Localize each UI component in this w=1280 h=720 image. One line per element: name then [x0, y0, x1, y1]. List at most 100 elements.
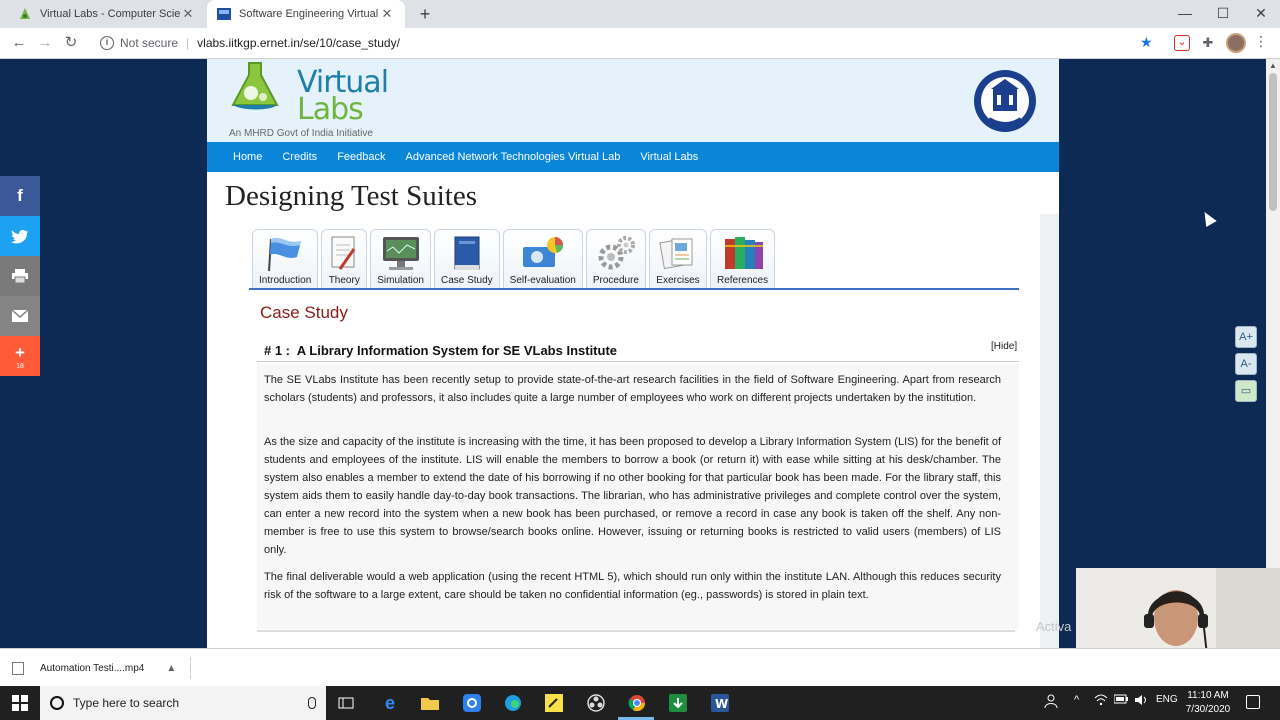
browser-toolbar: ← → ↻ i Not secure | vlabs.iitkgp.ernet.…: [0, 28, 1280, 59]
tab-references[interactable]: References: [709, 229, 776, 288]
flag-icon: [268, 238, 302, 272]
back-arrow-icon[interactable]: ←: [8, 33, 30, 53]
windows-start-icon[interactable]: [0, 686, 40, 720]
monitor-icon: [382, 237, 419, 270]
minimize-window-icon[interactable]: —: [1166, 0, 1204, 28]
info-icon[interactable]: i: [100, 36, 114, 50]
tab-label: Self-evaluation: [509, 275, 576, 286]
taskbar-search-box[interactable]: Type here to search: [40, 686, 326, 720]
forward-arrow-icon[interactable]: →: [34, 33, 56, 53]
taskbar-search-placeholder: Type here to search: [73, 696, 180, 710]
tab-case-study[interactable]: Case Study: [433, 229, 500, 288]
tab-label: Simulation: [377, 275, 424, 286]
case-paragraph-2: As the size and capacity of the institut…: [264, 436, 1001, 556]
iit-kharagpur-seal-icon: [974, 70, 1036, 132]
close-tab-icon[interactable]: ✕: [379, 6, 395, 22]
facebook-share-icon[interactable]: f: [0, 176, 40, 216]
file-explorer-icon[interactable]: [420, 693, 440, 713]
plus-icon: +: [15, 342, 25, 362]
more-share-button[interactable]: + 18: [0, 336, 40, 376]
tab-label: Exercises: [656, 275, 700, 286]
increase-font-icon[interactable]: A+: [1235, 326, 1257, 348]
sticky-app-icon[interactable]: [544, 693, 564, 713]
pocket-extension-icon[interactable]: ⌄: [1174, 35, 1190, 51]
tab-label: References: [716, 275, 769, 286]
browser-tab-virtual-labs[interactable]: Virtual Labs - Computer Science ✕: [8, 0, 206, 28]
nav-credits-link[interactable]: Credits: [282, 151, 317, 163]
cortana-icon: [50, 696, 64, 710]
file-icon: [12, 661, 24, 675]
case-title: A Library Information System for SE VLab…: [296, 343, 618, 358]
obs-icon[interactable]: [586, 693, 606, 713]
bookmark-widget-icon[interactable]: ▭: [1235, 380, 1257, 402]
close-window-icon[interactable]: ✕: [1242, 0, 1280, 28]
gears-icon: [598, 236, 635, 270]
site-header: Virtual Labs An MHRD Govt of India Initi…: [207, 59, 1059, 142]
site-content: Virtual Labs An MHRD Govt of India Initi…: [207, 59, 1071, 648]
print-share-icon[interactable]: [0, 256, 40, 296]
profile-avatar[interactable]: [1226, 33, 1246, 53]
hide-case-link[interactable]: [Hide]: [991, 341, 1017, 352]
tab-theory[interactable]: Theory: [321, 229, 368, 288]
nav-virtual-labs-link[interactable]: Virtual Labs: [640, 151, 698, 163]
address-bar[interactable]: i Not secure | vlabs.iitkgp.ernet.in/se/…: [92, 31, 1168, 55]
share-count: 18: [16, 362, 24, 370]
volume-icon[interactable]: [1134, 694, 1148, 709]
page-scrollbar[interactable]: ▲: [1266, 59, 1280, 648]
browser-tab-se-virtual-lab[interactable]: Software Engineering Virtual Lab ✕: [207, 0, 405, 28]
nav-advanced-network-link[interactable]: Advanced Network Technologies Virtual La…: [406, 151, 621, 163]
scroll-up-icon[interactable]: ▲: [1269, 61, 1277, 70]
clock-date: 7/30/2020: [1185, 704, 1231, 715]
notifications-icon[interactable]: [1246, 695, 1260, 709]
new-tab-button[interactable]: +: [416, 4, 434, 24]
svg-text:W: W: [715, 697, 728, 711]
tab-label: Procedure: [592, 275, 639, 286]
chrome-icon[interactable]: [627, 693, 647, 713]
nav-home-link[interactable]: Home: [233, 151, 262, 163]
microphone-icon[interactable]: [308, 697, 316, 709]
close-tab-icon[interactable]: ✕: [180, 6, 196, 22]
twitter-share-icon[interactable]: [0, 216, 40, 256]
scrollbar-thumb[interactable]: [1269, 73, 1277, 211]
virtual-labs-favicon-icon: [18, 7, 32, 21]
tab-procedure[interactable]: Procedure: [585, 229, 646, 288]
edge-icon[interactable]: [503, 693, 523, 713]
system-clock[interactable]: 11:10 AM 7/30/2020: [1178, 689, 1238, 717]
nav-feedback-link[interactable]: Feedback: [337, 151, 385, 163]
se-lab-favicon-icon: [217, 7, 231, 21]
tray-chevron-icon[interactable]: ^: [1074, 694, 1079, 706]
tab-exercises[interactable]: Exercises: [648, 229, 707, 288]
notepad-icon: [331, 236, 356, 270]
decrease-font-icon[interactable]: A-: [1235, 353, 1257, 375]
security-label: Not secure: [120, 36, 179, 50]
tab-simulation[interactable]: Simulation: [370, 229, 431, 288]
battery-icon[interactable]: [1113, 694, 1128, 707]
green-app-icon[interactable]: [668, 693, 688, 713]
input-language[interactable]: ENG: [1156, 694, 1178, 705]
puzzle-extensions-icon[interactable]: ✚: [1200, 35, 1216, 51]
edge-legacy-icon[interactable]: e: [380, 693, 400, 713]
download-item[interactable]: Automation Testi....mp4 ▲: [12, 658, 176, 678]
people-icon[interactable]: [1044, 694, 1058, 711]
maximize-window-icon[interactable]: ☐: [1204, 0, 1242, 28]
chevron-up-icon[interactable]: ▲: [166, 663, 176, 674]
windows-taskbar: Type here to search e W ^ ENG 11:10 AM 7…: [0, 686, 1280, 720]
content-gutter: [1040, 214, 1059, 648]
wifi-icon[interactable]: [1094, 694, 1108, 709]
app-icon-blue[interactable]: [462, 693, 482, 713]
browser-tab-strip: Virtual Labs - Computer Science ✕ Softwa…: [0, 0, 1280, 28]
url-text[interactable]: vlabs.iitkgp.ernet.in/se/10/case_study/: [197, 36, 400, 50]
bookmark-star-icon[interactable]: ★: [1140, 34, 1153, 51]
email-share-icon[interactable]: [0, 296, 40, 336]
reload-icon[interactable]: ↻: [60, 33, 82, 53]
virtual-labs-logo[interactable]: Virtual Labs An MHRD Govt of India Initi…: [229, 59, 389, 142]
tab-introduction[interactable]: Introduction: [252, 229, 319, 288]
browser-menu-icon[interactable]: ⋮: [1254, 33, 1268, 50]
word-icon[interactable]: W: [710, 693, 730, 713]
tab-label: Case Study: [440, 275, 493, 286]
book-icon: [454, 236, 480, 270]
task-view-icon[interactable]: [336, 693, 356, 713]
tab-self-evaluation[interactable]: Self-evaluation: [502, 229, 583, 288]
site-top-nav: Home Credits Feedback Advanced Network T…: [207, 142, 1059, 172]
downloads-divider: [190, 657, 191, 679]
